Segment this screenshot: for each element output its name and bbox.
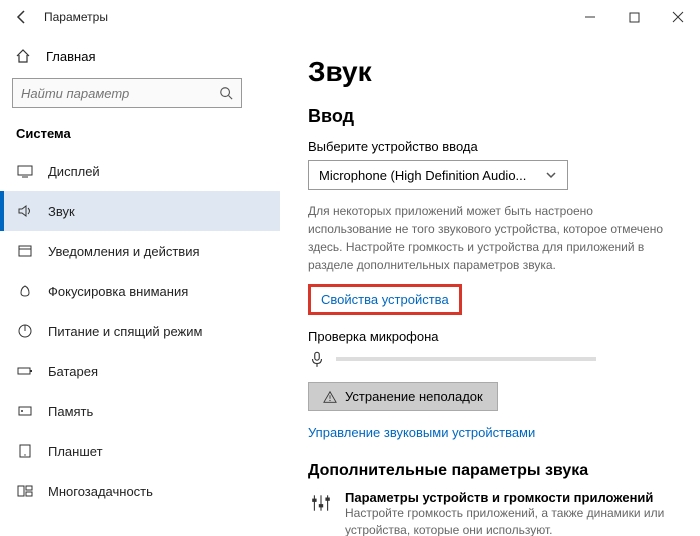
mic-level-meter: [336, 357, 596, 361]
app-volume-link[interactable]: Параметры устройств и громкости приложен…: [308, 490, 672, 536]
titlebar: Параметры: [0, 0, 700, 34]
window-title: Параметры: [44, 10, 108, 24]
mic-test-label: Проверка микрофона: [308, 329, 672, 344]
power-icon: [16, 323, 34, 339]
page-title: Звук: [308, 56, 672, 88]
manage-devices-link[interactable]: Управление звуковыми устройствами: [308, 425, 535, 440]
section-input-heading: Ввод: [308, 106, 672, 127]
back-button[interactable]: [6, 9, 38, 25]
storage-icon: [16, 403, 34, 419]
mixer-icon: [308, 490, 333, 516]
maximize-button[interactable]: [612, 2, 656, 32]
chevron-down-icon: [545, 169, 557, 181]
sidebar-item-multitask[interactable]: Многозадачность: [0, 471, 280, 511]
sidebar-item-label: Планшет: [48, 444, 103, 459]
adv-item-title: Параметры устройств и громкости приложен…: [345, 490, 672, 505]
sidebar-item-display[interactable]: Дисплей: [0, 151, 280, 191]
sidebar-home[interactable]: Главная: [0, 40, 280, 72]
sidebar-item-tablet[interactable]: Планшет: [0, 431, 280, 471]
content-area[interactable]: Звук Ввод Выберите устройство ввода Micr…: [280, 34, 700, 536]
multitask-icon: [16, 483, 34, 499]
warning-icon: [323, 390, 337, 404]
tablet-icon: [16, 443, 34, 459]
sidebar-item-label: Питание и спящий режим: [48, 324, 202, 339]
sidebar-item-label: Дисплей: [48, 164, 100, 179]
sidebar-item-notifications[interactable]: Уведомления и действия: [0, 231, 280, 271]
sidebar-item-power[interactable]: Питание и спящий режим: [0, 311, 280, 351]
search-icon: [219, 86, 233, 100]
home-icon: [14, 48, 32, 64]
sidebar-item-focus[interactable]: Фокусировка внимания: [0, 271, 280, 311]
input-device-value: Microphone (High Definition Audio...: [319, 168, 526, 183]
sidebar-item-battery[interactable]: Батарея: [0, 351, 280, 391]
sidebar: Главная Система Дисплей Звук: [0, 34, 280, 536]
advanced-heading: Дополнительные параметры звука: [308, 462, 672, 480]
sidebar-item-label: Фокусировка внимания: [48, 284, 188, 299]
close-button[interactable]: [656, 2, 700, 32]
sidebar-item-sound[interactable]: Звук: [0, 191, 280, 231]
sidebar-nav[interactable]: Дисплей Звук Уведомления и действия Фоку…: [0, 151, 280, 536]
troubleshoot-button[interactable]: Устранение неполадок: [308, 382, 498, 411]
sound-icon: [16, 203, 34, 219]
sidebar-item-label: Память: [48, 404, 93, 419]
sidebar-item-storage[interactable]: Память: [0, 391, 280, 431]
notification-icon: [16, 243, 34, 259]
search-input[interactable]: [12, 78, 242, 108]
microphone-icon: [308, 350, 326, 368]
sidebar-item-label: Батарея: [48, 364, 98, 379]
search-field[interactable]: [21, 86, 219, 101]
troubleshoot-label: Устранение неполадок: [345, 389, 483, 404]
sidebar-item-label: Уведомления и действия: [48, 244, 200, 259]
device-properties-link-highlight: Свойства устройства: [308, 284, 462, 315]
sidebar-home-label: Главная: [46, 49, 95, 64]
display-icon: [16, 163, 34, 179]
sidebar-category: Система: [0, 118, 280, 151]
input-device-select[interactable]: Microphone (High Definition Audio...: [308, 160, 568, 190]
adv-item-sub: Настройте громкость приложений, а также …: [345, 505, 672, 536]
input-note: Для некоторых приложений может быть наст…: [308, 202, 668, 274]
pick-device-label: Выберите устройство ввода: [308, 139, 672, 154]
focus-icon: [16, 283, 34, 299]
sidebar-item-label: Звук: [48, 204, 75, 219]
device-properties-link[interactable]: Свойства устройства: [321, 292, 449, 307]
minimize-button[interactable]: [568, 2, 612, 32]
battery-icon: [16, 363, 34, 379]
sidebar-item-label: Многозадачность: [48, 484, 153, 499]
